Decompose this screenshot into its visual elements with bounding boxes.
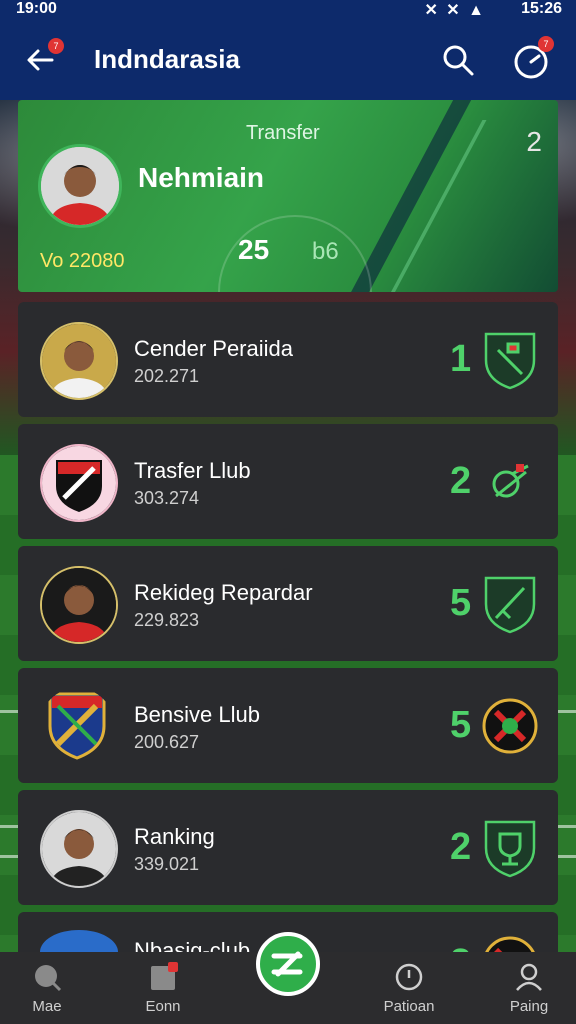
back-badge: 7 (48, 38, 64, 54)
ball-icon (35, 965, 62, 992)
nav-label: Mae (32, 998, 62, 1015)
list-item-number: 1 (450, 338, 472, 380)
player-avatar (40, 810, 118, 888)
list-item-title: Rekideg Repardar (134, 580, 313, 605)
club-crest-icon (482, 696, 538, 756)
clock-icon (395, 963, 423, 991)
club-crest-icon (48, 692, 106, 760)
player-photo-icon (42, 812, 116, 886)
list-item-value: 303.274 (134, 488, 200, 508)
nav-item-eonn[interactable]: Eonn (118, 962, 208, 1015)
search-icon (443, 45, 474, 76)
featured-transfer-card[interactable]: Transfer 2 Nehmiain Vo 22080 25 b6 (18, 100, 558, 292)
status-time-left: 19:00 (16, 0, 57, 17)
list-item-number: 5 (450, 582, 472, 624)
alert-button[interactable]: 7 (512, 36, 554, 80)
player-photo-icon (42, 568, 116, 642)
back-button[interactable]: 7 (22, 38, 64, 78)
status-icons: ✕ ✕ ▲ (424, 2, 486, 19)
nav-item-mae[interactable]: Mae (2, 962, 92, 1015)
list-item-title: Bensive Llub (134, 702, 260, 727)
nav-item-patioan[interactable]: Patioan (364, 962, 454, 1015)
profile-icon (516, 963, 542, 991)
list-item-title: Ranking (134, 824, 215, 849)
club-logo (40, 688, 114, 762)
club-logo (40, 444, 118, 522)
transfer-icon (271, 951, 303, 977)
list-item[interactable]: Ranking 339.021 2 (18, 790, 558, 905)
featured-rank: 2 (526, 126, 542, 157)
nav-label: Paing (509, 998, 549, 1015)
featured-date: Vo 22080 (40, 250, 125, 272)
list-item[interactable]: Rekideg Repardar 229.823 5 (18, 546, 558, 661)
search-button[interactable] (440, 42, 476, 78)
list-item-value: 200.627 (134, 732, 200, 752)
shield-icon (482, 330, 538, 390)
trophy-shield-icon (482, 818, 538, 878)
list-item-number: 2 (450, 460, 472, 502)
featured-score-secondary: b6 (312, 238, 339, 265)
nav-label: Patioan (383, 998, 435, 1015)
list-item[interactable]: Trasfer Llub 303.274 2 (18, 424, 558, 539)
list-item-title: Cender Peraiida (134, 336, 293, 361)
player-avatar (40, 322, 118, 400)
nav-item-paing[interactable]: Paing (484, 962, 574, 1015)
status-bar: 19:00 ✕ ✕ ▲ 15:26 (0, 0, 576, 20)
list-item[interactable]: Cender Peraiida 202.271 1 (18, 302, 558, 417)
featured-player-name: Nehmiain (138, 162, 265, 193)
featured-score: 25 (238, 234, 270, 265)
news-icon (151, 962, 178, 990)
list-item-number: 5 (450, 704, 472, 746)
nav-label: Eonn (145, 998, 181, 1015)
whistle-icon (482, 452, 538, 512)
list-item-value: 339.021 (134, 854, 200, 874)
alert-badge: 7 (538, 36, 554, 52)
player-avatar (38, 144, 122, 228)
transfer-action-button[interactable] (256, 932, 320, 996)
player-photo-icon (42, 324, 116, 398)
list-item-number: 2 (450, 826, 472, 868)
app-header: 7 Indndarasia 7 (0, 20, 576, 100)
club-crest-icon (42, 446, 116, 520)
player-photo-icon (41, 147, 119, 225)
sword-shield-icon (482, 574, 538, 634)
list-item-title: Trasfer Llub (134, 458, 251, 483)
player-avatar (40, 566, 118, 644)
featured-label: Transfer (246, 122, 320, 144)
page-title: Indndarasia (94, 44, 240, 74)
list-item[interactable]: Bensive Llub 200.627 5 (18, 668, 558, 783)
status-time-right: 15:26 (521, 0, 562, 17)
list-item-value: 229.823 (134, 610, 200, 630)
list-item-value: 202.271 (134, 366, 200, 386)
